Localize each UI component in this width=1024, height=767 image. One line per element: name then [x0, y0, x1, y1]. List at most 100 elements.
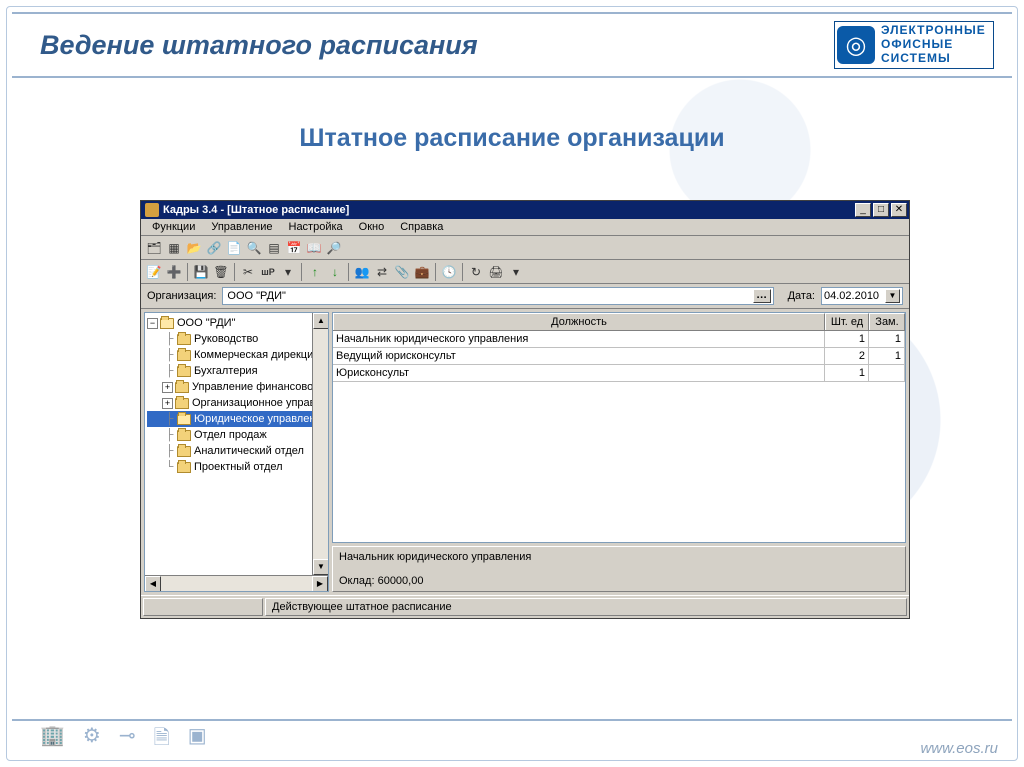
folder-icon [177, 446, 191, 457]
col-position[interactable]: Должность [333, 313, 825, 330]
tb-down-icon[interactable]: ↓ [326, 263, 344, 281]
tb-copy-icon[interactable]: 📄 [225, 239, 243, 257]
footer-module-icon: ▣ [188, 723, 207, 757]
titlebar[interactable]: Кадры 3.4 - [Штатное расписание] _ □ ✕ [141, 201, 909, 219]
tb-calendar-icon[interactable]: 📅 [285, 239, 303, 257]
table-row[interactable]: Ведущий юрисконсульт 2 1 [333, 348, 905, 365]
tb-transfer-icon[interactable]: ⇄ [373, 263, 391, 281]
restore-button[interactable]: □ [873, 203, 889, 217]
footer-key-icon: ⊸ [119, 723, 136, 757]
footer-doc-icon: 🗎 [154, 723, 170, 757]
footer-building-icon: 🏢 [40, 723, 65, 757]
collapse-icon[interactable]: − [147, 318, 158, 329]
tree-item[interactable]: + Управление финансовов [147, 379, 328, 395]
tb-cut-icon[interactable]: ✂ [239, 263, 257, 281]
col-deputies[interactable]: Зам. [869, 313, 905, 330]
tree-item[interactable]: └ Проектный отдел [147, 459, 328, 475]
close-button[interactable]: ✕ [891, 203, 907, 217]
slide-title: Ведение штатного расписания [40, 30, 478, 61]
minimize-button[interactable]: _ [855, 203, 871, 217]
status-bar: Действующее штатное расписание [141, 595, 909, 618]
date-input[interactable]: 04.02.2010 ▼ [821, 287, 903, 305]
tb-up-icon[interactable]: ↑ [306, 263, 324, 281]
slide-footer: 🏢 ⚙ ⊸ 🗎 ▣ www.eos.ru [12, 719, 1012, 757]
menu-functions[interactable]: Функции [145, 220, 202, 234]
footer-tree-icon: ⚙ [83, 723, 101, 757]
salary-value: 60000,00 [378, 575, 424, 587]
tb-dropdown-icon[interactable]: ▾ [279, 263, 297, 281]
table-row[interactable]: Юрисконсульт 1 [333, 365, 905, 382]
tb-delete-icon[interactable]: 🗑 [212, 263, 230, 281]
tb-open-icon[interactable]: 📂 [185, 239, 203, 257]
tb-save-icon[interactable]: 💾 [192, 263, 210, 281]
tree-item[interactable]: + Организационное управле [147, 395, 328, 411]
org-browse-button[interactable]: … [753, 289, 771, 303]
tb-attach-icon[interactable]: 📎 [393, 263, 411, 281]
date-dropdown-icon[interactable]: ▼ [885, 289, 900, 303]
grid-header: Должность Шт. ед Зам. [333, 313, 905, 331]
tree-panel[interactable]: − ООО "РДИ" ├ Руководство ├ Коммерческая… [144, 312, 329, 592]
folder-icon [177, 334, 191, 345]
slide-header: Ведение штатного расписания ◎ ЭЛЕКТРОННЫ… [12, 12, 1012, 78]
tb-print-icon[interactable]: 🖨 [487, 263, 505, 281]
menu-management[interactable]: Управление [204, 220, 279, 234]
tb-table-icon[interactable]: ▤ [265, 239, 283, 257]
scroll-up-icon[interactable]: ▲ [313, 313, 329, 329]
scroll-down-icon[interactable]: ▼ [313, 559, 329, 575]
menu-window[interactable]: Окно [352, 220, 392, 234]
tree-item[interactable]: ├ Руководство [147, 331, 328, 347]
tb-refresh-icon[interactable]: ↻ [467, 263, 485, 281]
slide-subtitle: Штатное расписание организации [0, 124, 1024, 153]
folder-icon [175, 382, 189, 393]
tb-grid-icon[interactable]: ▦ [165, 239, 183, 257]
menu-bar: Функции Управление Настройка Окно Справк… [141, 219, 909, 236]
col-units[interactable]: Шт. ед [825, 313, 869, 330]
positions-grid[interactable]: Должность Шт. ед Зам. Начальник юридичес… [332, 312, 906, 543]
folder-icon [175, 398, 189, 409]
scroll-left-icon[interactable]: ◀ [145, 576, 161, 592]
expand-icon[interactable]: + [162, 398, 173, 409]
expand-icon[interactable]: + [162, 382, 173, 393]
folder-icon [177, 350, 191, 361]
tree-root[interactable]: − ООО "РДИ" [147, 315, 328, 331]
org-tree: − ООО "РДИ" ├ Руководство ├ Коммерческая… [145, 313, 328, 477]
tb-briefcase-icon[interactable]: 💼 [413, 263, 431, 281]
menu-help[interactable]: Справка [393, 220, 450, 234]
tb-link-icon[interactable]: 🔗 [205, 239, 223, 257]
detail-panel: Начальник юридического управления Оклад:… [332, 546, 906, 592]
tree-hscrollbar[interactable]: ◀ ▶ [145, 575, 328, 591]
tree-item[interactable]: ├ Бухгалтерия [147, 363, 328, 379]
tree-item[interactable]: ├ Отдел продаж [147, 427, 328, 443]
folder-icon [177, 414, 191, 425]
org-row: Организация: ООО "РДИ" … Дата: 04.02.201… [141, 284, 909, 309]
tree-vscrollbar[interactable]: ▲ ▼ [312, 313, 328, 575]
salary-label: Оклад: [339, 575, 375, 587]
tb-paste-text-icon[interactable]: шР [259, 263, 277, 281]
tb-search-icon[interactable]: 🔍 [245, 239, 263, 257]
tb-print-dd-icon[interactable]: ▾ [507, 263, 525, 281]
logo-swirl-icon: ◎ [837, 26, 875, 64]
logo: ◎ ЭЛЕКТРОННЫЕ ОФИСНЫЕ СИСТЕМЫ [834, 21, 994, 69]
tb-new-icon[interactable]: 📝 [145, 263, 163, 281]
tb-card-icon[interactable]: 🗂 [145, 239, 163, 257]
menu-settings[interactable]: Настройка [282, 220, 350, 234]
detail-position: Начальник юридического управления [339, 551, 899, 563]
table-row[interactable]: Начальник юридического управления 1 1 [333, 331, 905, 348]
status-right: Действующее штатное расписание [265, 598, 907, 616]
org-label: Организация: [147, 290, 216, 302]
footer-icons: 🏢 ⚙ ⊸ 🗎 ▣ [40, 723, 207, 757]
scroll-right-icon[interactable]: ▶ [312, 576, 328, 592]
tb-users-icon[interactable]: 👥 [353, 263, 371, 281]
tb-book-icon[interactable]: 📖 [305, 239, 323, 257]
tb-find-icon[interactable]: 🔎 [325, 239, 343, 257]
app-window: Кадры 3.4 - [Штатное расписание] _ □ ✕ Ф… [140, 200, 910, 619]
tree-item[interactable]: ├ Аналитический отдел [147, 443, 328, 459]
tree-item[interactable]: ├ Коммерческая дирекция [147, 347, 328, 363]
tb-add-icon[interactable]: ➕ [165, 263, 183, 281]
window-title: Кадры 3.4 - [Штатное расписание] [163, 204, 855, 216]
footer-url: www.eos.ru [920, 740, 998, 757]
org-value: ООО "РДИ" [225, 290, 752, 302]
tb-clock-icon[interactable]: 🕓 [440, 263, 458, 281]
tree-item-selected[interactable]: ├ Юридическое управление [147, 411, 328, 427]
org-input[interactable]: ООО "РДИ" … [222, 287, 773, 305]
